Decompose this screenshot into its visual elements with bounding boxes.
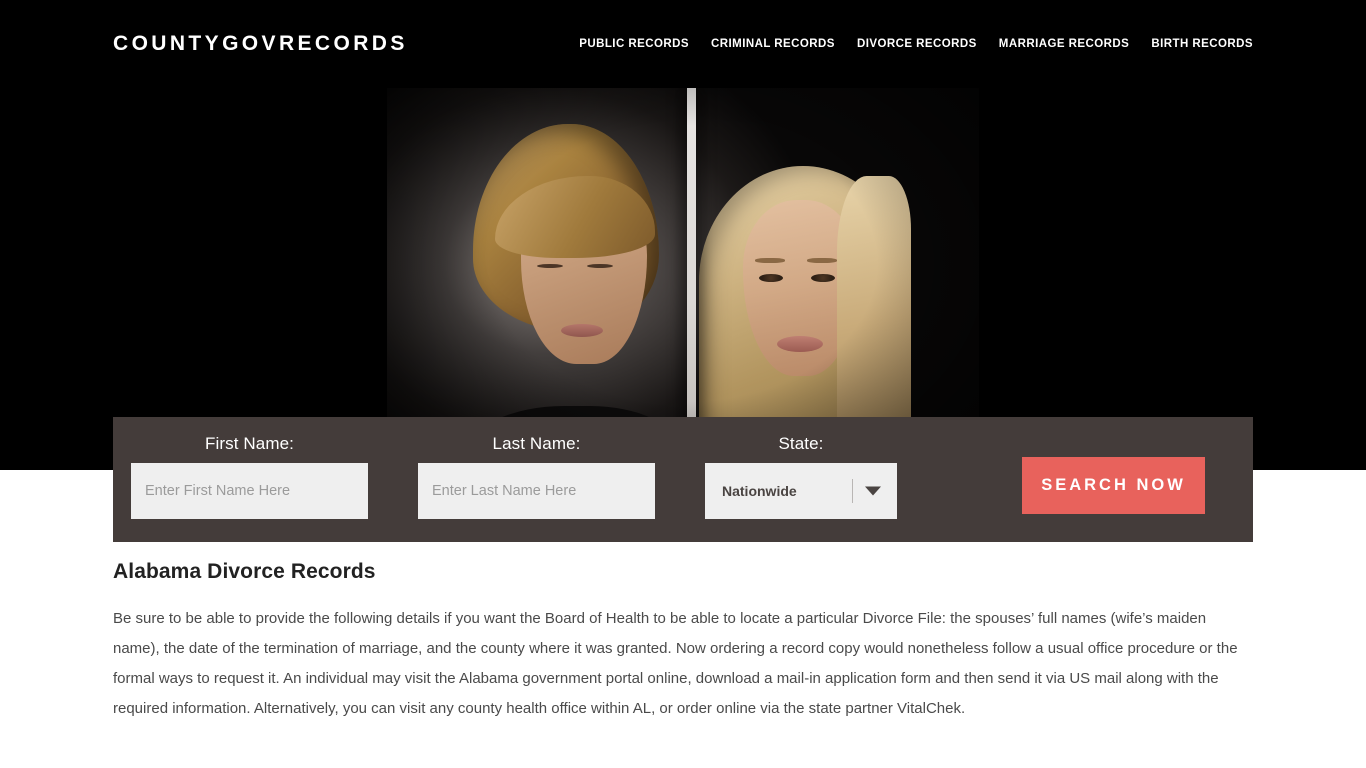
nav-item-criminal-records[interactable]: CRIMINAL RECORDS xyxy=(711,32,835,56)
search-form: First Name: Last Name: State: Nationwide… xyxy=(113,417,1253,542)
state-select-separator xyxy=(852,479,853,503)
last-name-label: Last Name: xyxy=(492,434,581,453)
header-inner: COUNTYGOVRECORDS PUBLIC RECORDS CRIMINAL… xyxy=(113,0,1253,88)
nav-item-birth-records[interactable]: BIRTH RECORDS xyxy=(1151,32,1253,56)
first-name-input[interactable] xyxy=(131,463,368,519)
state-label: State: xyxy=(778,434,824,453)
nav-item-public-records[interactable]: PUBLIC RECORDS xyxy=(579,32,689,56)
search-panel: First Name: Last Name: State: Nationwide… xyxy=(113,417,1253,542)
nav-item-divorce-records[interactable]: DIVORCE RECORDS xyxy=(857,32,977,56)
hero-vignette xyxy=(387,88,979,470)
chevron-down-icon xyxy=(865,486,881,496)
last-name-input[interactable] xyxy=(418,463,655,519)
page-root: COUNTYGOVRECORDS PUBLIC RECORDS CRIMINAL… xyxy=(0,0,1366,768)
page-body-text: Be sure to be able to provide the follow… xyxy=(113,610,1238,717)
hero-banner xyxy=(0,88,1366,470)
first-name-label: First Name: xyxy=(205,434,294,453)
site-header: COUNTYGOVRECORDS PUBLIC RECORDS CRIMINAL… xyxy=(0,0,1366,88)
first-name-group: First Name: xyxy=(131,434,368,519)
state-group: State: Nationwide xyxy=(705,434,897,519)
nav-item-marriage-records[interactable]: MARRIAGE RECORDS xyxy=(999,32,1130,56)
site-logo[interactable]: COUNTYGOVRECORDS xyxy=(113,32,408,56)
hero-image xyxy=(387,88,979,470)
content-section: Alabama Divorce Records Be sure to be ab… xyxy=(113,560,1253,724)
page-title: Alabama Divorce Records xyxy=(113,560,376,583)
main-navigation: PUBLIC RECORDS CRIMINAL RECORDS DIVORCE … xyxy=(579,32,1253,56)
search-now-button[interactable]: SEARCH NOW xyxy=(1022,457,1205,514)
last-name-group: Last Name: xyxy=(418,434,655,519)
state-select[interactable]: Nationwide xyxy=(705,463,897,519)
state-select-value: Nationwide xyxy=(722,483,797,499)
